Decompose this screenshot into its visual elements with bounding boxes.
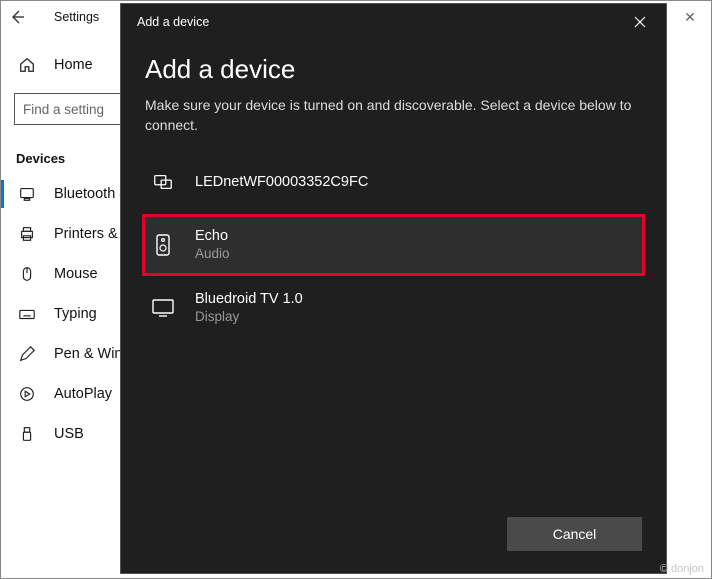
dialog-footer: Cancel xyxy=(121,501,666,573)
device-sub: Audio xyxy=(195,246,230,261)
device-item-lednet[interactable]: LEDnetWF00003352C9FC xyxy=(145,154,642,210)
pen-icon xyxy=(16,345,38,363)
highlight-box: Echo Audio xyxy=(142,214,645,276)
search-placeholder: Find a setting xyxy=(23,102,104,117)
sidebar-item-label: AutoPlay xyxy=(54,386,112,402)
home-icon xyxy=(16,56,38,74)
bluetooth-icon xyxy=(16,185,38,203)
dialog-heading: Add a device xyxy=(145,54,642,85)
mouse-icon xyxy=(16,265,38,283)
dialog-subtitle: Make sure your device is turned on and d… xyxy=(145,95,642,136)
close-icon xyxy=(634,16,646,28)
close-window-button[interactable]: ✕ xyxy=(668,2,712,32)
dialog-titlebar: Add a device xyxy=(121,4,666,40)
device-name: Bluedroid TV 1.0 xyxy=(195,291,303,307)
dialog-body: Add a device Make sure your device is tu… xyxy=(121,40,666,501)
keyboard-icon xyxy=(16,305,38,323)
dialog-title: Add a device xyxy=(137,15,622,29)
sidebar-item-label: Typing xyxy=(54,306,97,322)
cancel-button[interactable]: Cancel xyxy=(507,517,642,551)
device-sub: Display xyxy=(195,309,303,324)
dialog-close-button[interactable] xyxy=(622,7,658,37)
window-title: Settings xyxy=(54,10,99,24)
display-icon xyxy=(149,297,177,319)
device-item-bluedroid[interactable]: Bluedroid TV 1.0 Display xyxy=(145,280,642,336)
device-generic-icon xyxy=(149,171,177,193)
add-device-dialog: Add a device Add a device Make sure your… xyxy=(120,3,667,574)
usb-icon xyxy=(16,425,38,443)
device-name: LEDnetWF00003352C9FC xyxy=(195,174,368,190)
autoplay-icon xyxy=(16,385,38,403)
arrow-left-icon xyxy=(9,9,25,25)
sidebar-item-label: Mouse xyxy=(54,266,98,282)
cancel-label: Cancel xyxy=(553,526,597,542)
sidebar-home-label: Home xyxy=(54,57,93,73)
watermark: © donjon xyxy=(660,563,704,575)
device-name: Echo xyxy=(195,228,230,244)
speaker-icon xyxy=(149,233,177,257)
printer-icon xyxy=(16,225,38,243)
back-button[interactable] xyxy=(0,0,34,34)
sidebar-item-label: USB xyxy=(54,426,84,442)
device-item-echo[interactable]: Echo Audio xyxy=(145,217,642,273)
close-icon: ✕ xyxy=(684,9,696,26)
